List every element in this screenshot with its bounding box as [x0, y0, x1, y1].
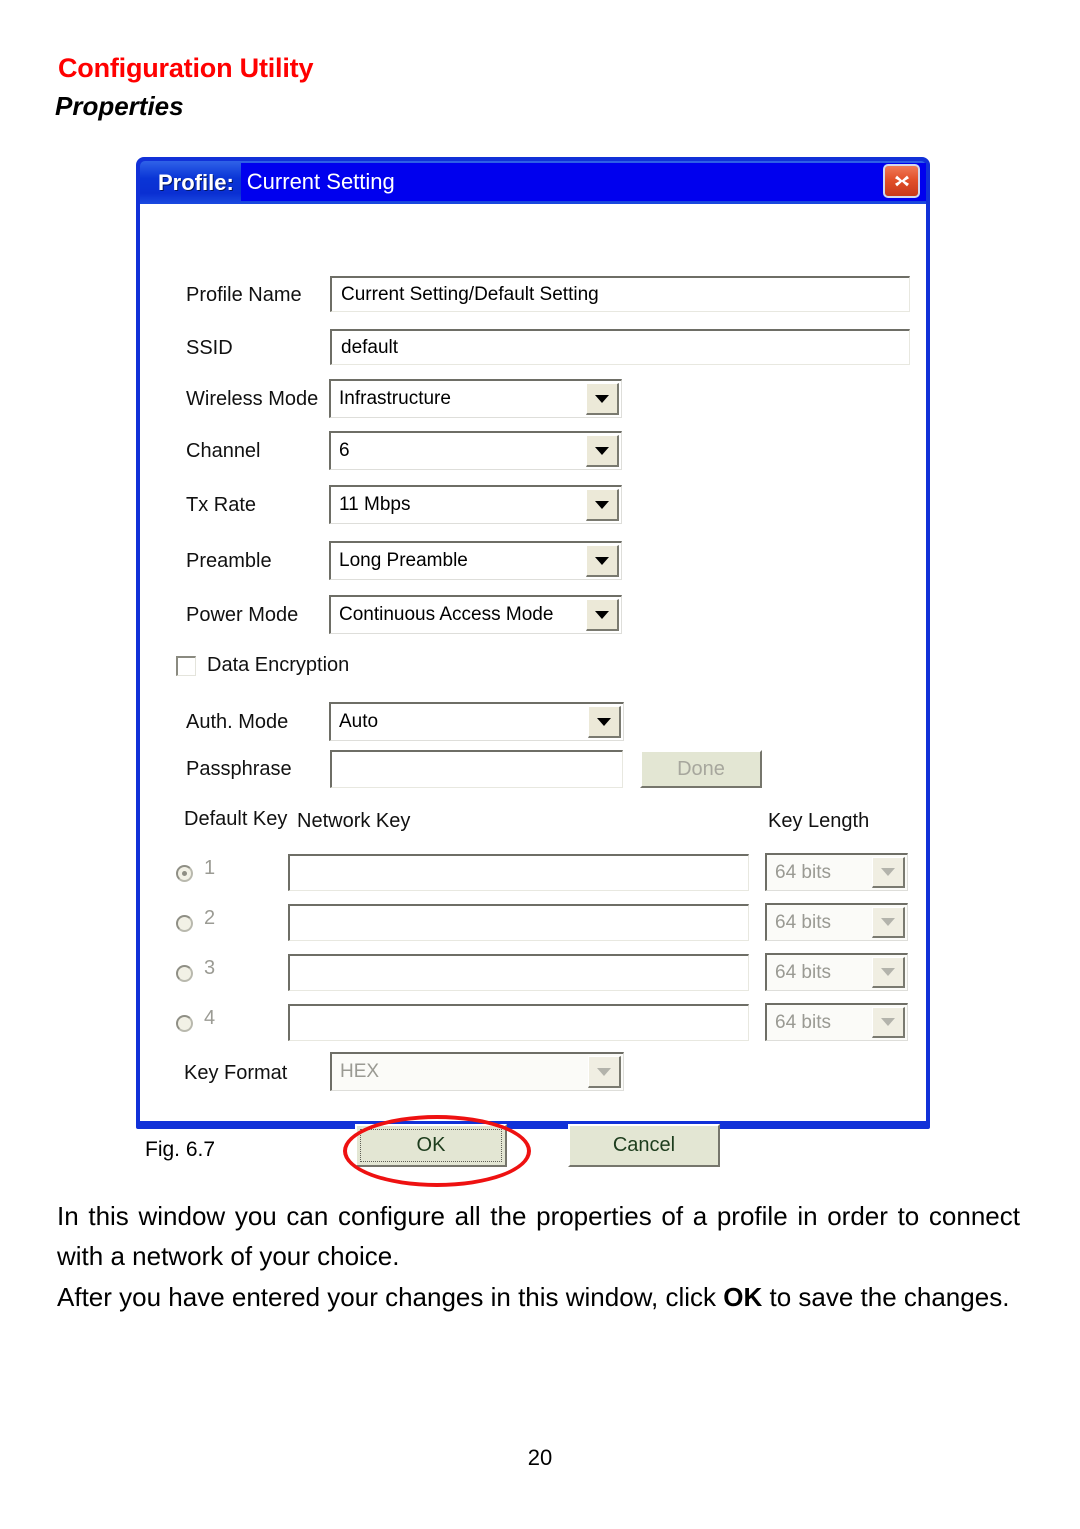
channel-value: 6 — [339, 440, 350, 461]
page-title: Configuration Utility — [58, 53, 314, 83]
power-mode-select[interactable]: Continuous Access Mode — [329, 595, 622, 634]
chevron-down-icon[interactable] — [872, 1007, 905, 1038]
ok-button[interactable]: OK — [355, 1124, 507, 1167]
preamble-select[interactable]: Long Preamble — [329, 541, 622, 580]
profile-properties-dialog: Profile: Current Setting Profile Name Cu… — [136, 157, 930, 1187]
network-key-header: Network Key — [297, 810, 411, 832]
close-icon[interactable] — [883, 164, 920, 198]
network-key-input-4[interactable] — [288, 1004, 749, 1041]
auth-mode-value: Auto — [339, 711, 379, 732]
default-key-radio-1[interactable] — [176, 865, 193, 882]
key-length-header: Key Length — [768, 810, 870, 832]
passphrase-done-button[interactable]: Done — [640, 750, 762, 788]
key-length-select-3[interactable]: 64 bits — [765, 953, 908, 991]
power-mode-value: Continuous Access Mode — [339, 604, 554, 625]
key-length-value-3: 64 bits — [775, 961, 831, 983]
channel-select[interactable]: 6 — [329, 431, 622, 470]
wireless-mode-label: Wireless Mode — [186, 388, 319, 410]
default-key-radio-3-label: 3 — [204, 957, 216, 979]
body-paragraph-2: After you have entered your changes in t… — [57, 1277, 1020, 1317]
default-key-radio-3[interactable] — [176, 965, 193, 982]
key-format-select[interactable]: HEX — [330, 1052, 624, 1091]
data-encryption-checkbox[interactable] — [176, 656, 196, 676]
tx-rate-select[interactable]: 11 Mbps — [329, 485, 622, 524]
ssid-label: SSID — [186, 337, 233, 359]
default-key-radio-4-label: 4 — [204, 1007, 216, 1029]
key-format-label: Key Format — [184, 1062, 288, 1084]
cancel-button[interactable]: Cancel — [568, 1124, 720, 1167]
page-subtitle: Properties — [55, 91, 184, 121]
auth-mode-label: Auth. Mode — [186, 711, 289, 733]
tx-rate-label: Tx Rate — [186, 494, 257, 516]
chevron-down-icon[interactable] — [588, 706, 621, 738]
chevron-down-icon[interactable] — [872, 907, 905, 938]
auth-mode-select[interactable]: Auto — [329, 702, 624, 741]
network-key-input-2[interactable] — [288, 904, 749, 941]
default-key-radio-4[interactable] — [176, 1015, 193, 1032]
default-key-radio-2-label: 2 — [204, 907, 216, 929]
wireless-mode-select[interactable]: Infrastructure — [329, 379, 622, 418]
passphrase-done-label: Done — [677, 757, 725, 780]
power-mode-label: Power Mode — [186, 604, 299, 626]
channel-label: Channel — [186, 440, 261, 462]
chevron-down-icon[interactable] — [586, 383, 619, 415]
network-key-input-3[interactable] — [288, 954, 749, 991]
data-encryption-label: Data Encryption — [207, 654, 350, 676]
profile-name-input[interactable]: Current Setting/Default Setting — [330, 276, 910, 312]
titlebar-profile-label: Profile: — [158, 169, 234, 195]
profile-name-label: Profile Name — [186, 284, 302, 306]
default-key-radio-2[interactable] — [176, 915, 193, 932]
preamble-value: Long Preamble — [339, 550, 468, 571]
cancel-button-label: Cancel — [612, 1134, 676, 1156]
paragraph2-text-after: to save the changes. — [762, 1282, 1010, 1312]
page-number: 20 — [527, 1445, 553, 1470]
preamble-label: Preamble — [186, 550, 272, 572]
key-length-value-4: 64 bits — [775, 1011, 831, 1033]
focus-ring — [360, 1129, 502, 1162]
key-length-value-2: 64 bits — [775, 911, 831, 933]
chevron-down-icon[interactable] — [586, 489, 619, 521]
paragraph2-ok-emphasis: OK — [723, 1282, 763, 1312]
chevron-down-icon[interactable] — [588, 1056, 621, 1088]
radio-dot — [182, 871, 187, 876]
chevron-down-icon[interactable] — [872, 857, 905, 888]
default-key-radio-1-label: 1 — [204, 857, 216, 879]
chevron-down-icon[interactable] — [872, 957, 905, 988]
key-length-select-4[interactable]: 64 bits — [765, 1003, 908, 1041]
body-paragraph-1: In this window you can configure all the… — [57, 1201, 1020, 1271]
key-length-select-2[interactable]: 64 bits — [765, 903, 908, 941]
key-length-select-1[interactable]: 64 bits — [765, 853, 908, 891]
dialog-body: Profile Name Current Setting/Default Set… — [140, 204, 926, 1187]
ssid-input[interactable]: default — [330, 329, 910, 365]
wireless-mode-value: Infrastructure — [339, 388, 451, 409]
passphrase-input[interactable] — [330, 750, 623, 788]
network-key-input-1[interactable] — [288, 854, 749, 891]
chevron-down-icon[interactable] — [586, 599, 619, 631]
key-length-value-1: 64 bits — [775, 861, 831, 883]
tx-rate-value: 11 Mbps — [339, 494, 411, 515]
chevron-down-icon[interactable] — [586, 545, 619, 577]
chevron-down-icon[interactable] — [586, 435, 619, 467]
titlebar-profile-value: Current Setting — [240, 163, 926, 201]
paragraph2-text-before: After you have entered your changes in t… — [57, 1282, 724, 1312]
dialog-titlebar: Profile: Current Setting — [140, 161, 926, 204]
default-key-header: Default Key — [184, 808, 288, 830]
key-format-value: HEX — [340, 1061, 380, 1082]
passphrase-label: Passphrase — [186, 758, 292, 780]
figure-caption: Fig. 6.7 — [145, 1138, 216, 1161]
